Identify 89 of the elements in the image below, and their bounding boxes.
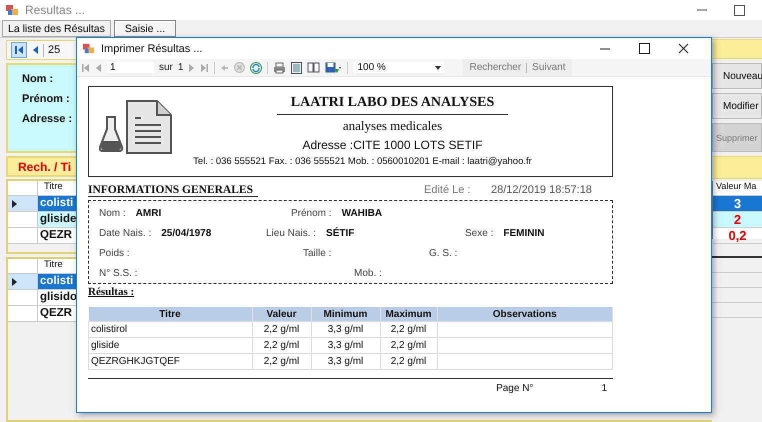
table-cell: 2,2 g/ml [380,354,437,370]
column-header: Minimum [311,307,380,322]
window-title: Resultas ... [25,3,86,17]
field-label: G. S. : [429,248,458,259]
table-cell: 2,2 g/ml [252,354,311,370]
table-cell[interactable]: 0,2 [713,228,762,244]
maximize-icon[interactable] [734,4,745,16]
lab-address: Adresse :CITE 1000 LOTS SETIF [302,138,483,152]
field-label: Prénom : [291,208,332,220]
lab-name: LAATRI LABO DES ANALYSES [276,95,508,115]
table-cell[interactable]: glisido [38,290,76,305]
search-header-text: Rech. / Ti [18,160,72,174]
column-header: Titre [88,307,252,322]
table-cell: 2,2 g/ml [380,322,437,338]
action-button[interactable]: Modifier [712,93,762,119]
field-label: Nom : [99,208,126,220]
field-label: Poids : [99,248,130,259]
table-cell[interactable]: QEZR [38,306,76,321]
table-cell[interactable]: 3 [713,196,762,212]
edited-date: 28/12/2019 18:57:18 [491,184,592,196]
app-icon [5,3,19,17]
maximize-icon[interactable] [639,43,650,54]
app-icon [82,42,95,55]
table-cell: 3,3 g/ml [311,354,380,370]
column-header: Titre [43,259,63,272]
field-label: Lieu Nais. : [266,228,316,240]
tab[interactable]: Saisie ... [114,20,176,37]
field-value: FEMININ [503,228,544,240]
field-label: Date Nais. : [99,228,152,240]
edited-label: Edité Le : [424,184,472,196]
field-label: Nom : [22,73,54,85]
first-record-button[interactable] [11,42,27,58]
zoom-dropdown[interactable]: 100 % [353,62,444,73]
page-layout-icon[interactable] [291,62,302,74]
field-label: Sexe : [465,228,494,240]
field-label: Prénom : [22,93,70,105]
column-header: Observations [437,307,612,322]
page-number: 1 [601,383,607,394]
table-cell[interactable]: colisti [38,196,76,211]
find-next-button[interactable]: Suivant [532,62,566,73]
table-cell: 3,3 g/ml [311,338,380,354]
first-record-icon [14,45,24,55]
field-label: N° S.S. : [99,268,138,279]
field-value: AMRI [136,208,162,220]
table-cell: 2,2 g/ml [380,338,437,354]
table-cell[interactable]: gliside [38,212,76,227]
table-cell[interactable]: 2 [713,212,762,228]
table-cell: QEZRGHKJGTQEF [88,354,252,370]
page-setup-icon[interactable] [307,62,320,73]
lab-contact: Tel. : 036 555521 Fax. : 036 555521 Mob. : 0560010201 E-mail : laatri@yahoo.fr [193,156,532,167]
table-cell: 3,3 g/ml [311,322,380,338]
field-label: Adresse : [22,113,72,125]
page-of-label: sur [159,62,173,73]
find-button[interactable]: Rechercher [469,62,522,73]
table-cell[interactable]: QEZR [38,228,76,243]
section-title: INFORMATIONS GENERALES [88,184,258,196]
dialog-title: Imprimer Résultas ... [101,42,202,54]
table-cell: 2,2 g/ml [252,322,311,338]
previous-icon[interactable] [31,45,39,55]
action-button[interactable]: Nouveau [712,63,762,89]
save-icon[interactable] [325,62,342,74]
field-value: WAHIBA [342,208,382,220]
field-label: Mob. : [354,268,382,279]
panel-header-bar [712,156,762,179]
field-value: SÉTIF [326,228,354,240]
lab-subtitle: analyses medicales [342,118,442,134]
column-header: Maximum [380,307,437,322]
close-icon[interactable] [678,43,689,54]
table-cell: gliside [88,338,252,354]
field-label: Taille : [303,248,332,259]
table-cell: 2,2 g/ml [252,338,311,354]
refresh-icon[interactable] [250,62,262,74]
results-title: Résultas : [88,286,136,298]
field-value: 25/04/1978 [161,228,212,240]
column-header: Titre [43,181,63,194]
row-pointer-icon [12,200,17,208]
page-number-label: Page N° [496,383,534,394]
caret-icon [435,66,442,70]
panel-header-bar [712,39,762,59]
table-cell[interactable]: colisti [38,274,76,289]
record-position: 25 [48,44,60,56]
tab[interactable]: La liste des Résultas [2,20,111,37]
page-count: 1 [178,62,184,73]
column-header: Valeur [252,307,311,322]
print-icon[interactable] [273,62,286,74]
page-field[interactable]: 1 [107,62,154,73]
lab-document-icon [99,99,173,155]
row-pointer-icon [12,278,17,286]
table-cell: colistirol [88,322,252,338]
